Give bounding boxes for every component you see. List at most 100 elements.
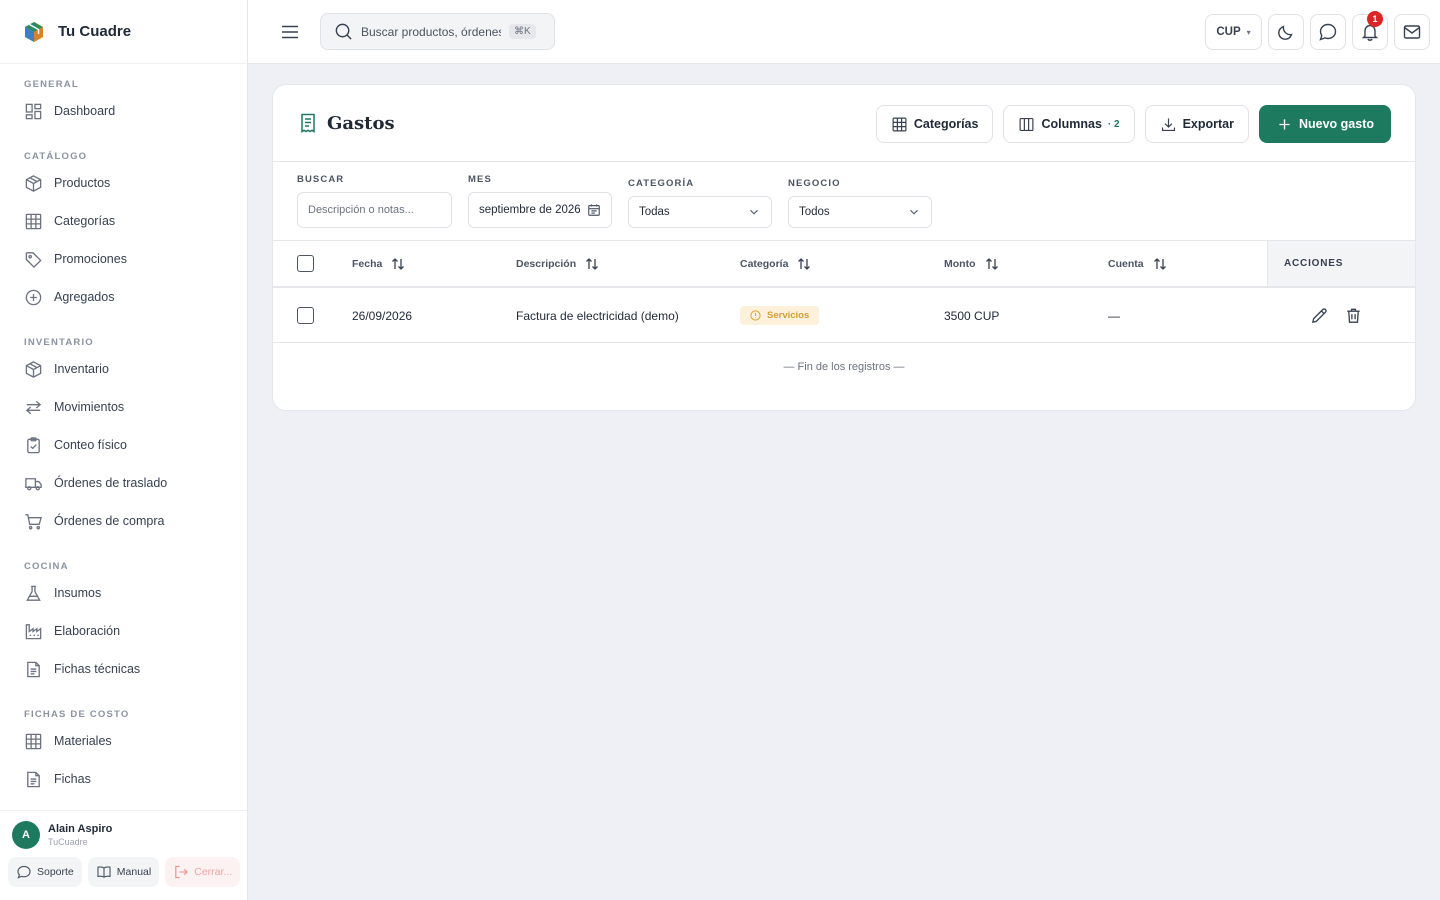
- filter-business: NEGOCIO Todos: [788, 178, 932, 228]
- column-header-label: Monto: [944, 257, 976, 270]
- box-icon: [25, 174, 42, 192]
- sidebar-item-fichas[interactable]: Fichas: [0, 760, 247, 798]
- sidebar-item-label: Órdenes de compra: [54, 514, 165, 528]
- moon-icon: [1278, 25, 1293, 40]
- tag-icon: [25, 251, 42, 268]
- sort-icon: [1153, 257, 1166, 270]
- category-badge: Servicios: [740, 306, 820, 325]
- expenses-table: Fecha Descripción Categoría Monto Cuenta…: [273, 241, 1415, 373]
- table-row[interactable]: 26/09/2026 Factura de electricidad (demo…: [273, 288, 1415, 343]
- hamburger-menu-icon[interactable]: [278, 20, 302, 44]
- dashboard-icon: [25, 103, 42, 119]
- column-header-label: Categoría: [740, 257, 789, 270]
- export-label: Exportar: [1182, 117, 1234, 131]
- sidebar-item-categorias[interactable]: Categorías: [0, 202, 247, 240]
- new-expense-label: Nuevo gasto: [1298, 117, 1374, 131]
- support-button[interactable]: Soporte: [8, 857, 82, 887]
- sidebar-item-insumos[interactable]: Insumos: [0, 574, 247, 612]
- cell-actions: [1310, 288, 1329, 343]
- cell-account: —: [1108, 308, 1120, 323]
- topbar: Buscar productos, órdenes ⌘K CUP ▾ 1: [248, 0, 1440, 64]
- calendar-icon[interactable]: [587, 203, 601, 217]
- filter-search-label: BUSCAR: [297, 174, 345, 185]
- new-expense-button[interactable]: Nuevo gasto: [1258, 105, 1391, 143]
- select-all-cell: [297, 241, 314, 286]
- messages-button[interactable]: [1394, 14, 1430, 50]
- row-checkbox[interactable]: [297, 307, 314, 324]
- sidebar-item-agregados[interactable]: Agregados: [0, 278, 247, 316]
- edit-pencil-icon[interactable]: [1310, 306, 1329, 325]
- sidebar-item-label: Insumos: [54, 586, 102, 600]
- export-button[interactable]: Exportar: [1144, 105, 1249, 143]
- factory-icon: [25, 623, 42, 639]
- sidebar-item-label: Dashboard: [54, 104, 116, 118]
- user-panel: A Alain Aspiro TuCuadre Soporte Manual C…: [0, 810, 247, 900]
- manual-label: Manual: [116, 866, 152, 878]
- sidebar-item-conteo-fisico[interactable]: Conteo físico: [0, 426, 247, 464]
- columns-button[interactable]: Columnas · 2: [1003, 105, 1135, 143]
- sidebar-item-label: Movimientos: [54, 400, 125, 414]
- manual-button[interactable]: Manual: [87, 857, 160, 887]
- sidebar-item-fichas-tecnicas[interactable]: Fichas técnicas: [0, 650, 247, 688]
- sort-icon: [798, 257, 811, 270]
- grid-icon: [892, 117, 907, 131]
- currency-value: CUP: [1216, 26, 1241, 38]
- filter-business-label: NEGOCIO: [788, 178, 841, 189]
- sidebar-item-ordenes-traslado[interactable]: Órdenes de traslado: [0, 464, 247, 502]
- cell-amount: 3500 CUP: [944, 308, 1000, 323]
- sidebar-item-materiales[interactable]: Materiales: [0, 722, 247, 760]
- arrows-icon: [25, 400, 42, 414]
- filter-business-select[interactable]: Todos: [788, 196, 932, 228]
- chevron-down-icon: [910, 209, 918, 215]
- cell-description: Factura de electricidad (demo): [516, 308, 679, 323]
- sidebar-item-inventario[interactable]: Inventario: [0, 350, 247, 388]
- section-fichas-costo: FICHAS DE COSTO: [24, 709, 130, 720]
- filter-search-input[interactable]: Descripción o notas...: [297, 192, 452, 228]
- brand[interactable]: Tu Cuadre: [0, 0, 247, 64]
- app-name: Tu Cuadre: [58, 23, 132, 40]
- currency-selector[interactable]: CUP ▾: [1205, 14, 1262, 50]
- receipt-icon: [301, 113, 315, 133]
- sidebar-item-productos[interactable]: Productos: [0, 164, 247, 202]
- book-icon: [97, 866, 111, 878]
- sidebar-item-label: Productos: [54, 176, 111, 190]
- theme-toggle-button[interactable]: [1268, 14, 1304, 50]
- sidebar-item-ordenes-compra[interactable]: Órdenes de compra: [0, 502, 247, 540]
- filter-month: MES septiembre de 2026: [468, 174, 612, 228]
- sort-icon: [985, 257, 998, 270]
- sidebar-item-elaboracion[interactable]: Elaboración: [0, 612, 247, 650]
- category-badge-label: Servicios: [767, 310, 810, 321]
- sidebar-item-dashboard[interactable]: Dashboard: [0, 92, 247, 130]
- filter-month-input[interactable]: septiembre de 2026: [468, 192, 612, 228]
- card-header: Gastos Categorías Columnas · 2 Exportar …: [273, 85, 1415, 162]
- notifications-button[interactable]: 1: [1352, 11, 1388, 50]
- column-header-fecha[interactable]: Fecha: [352, 241, 406, 286]
- sidebar-item-movimientos[interactable]: Movimientos: [0, 388, 247, 426]
- plus-circle-icon: [25, 289, 42, 305]
- user-name: Alain Aspiro: [48, 823, 113, 835]
- filter-category-select[interactable]: Todas: [628, 196, 772, 228]
- user-profile[interactable]: A Alain Aspiro TuCuadre: [0, 811, 247, 849]
- sidebar-item-label: Conteo físico: [54, 438, 127, 452]
- filter-business-value: Todos: [799, 206, 830, 218]
- trash-icon[interactable]: [1344, 306, 1363, 325]
- sidebar-item-promociones[interactable]: Promociones: [0, 240, 247, 278]
- logout-button[interactable]: Cerrar...: [165, 857, 241, 887]
- categories-button[interactable]: Categorías: [875, 105, 994, 143]
- cell-date: 26/09/2026: [352, 308, 413, 323]
- search-input[interactable]: Buscar productos, órdenes: [361, 25, 501, 39]
- column-header-acciones: ACCIONES: [1267, 241, 1415, 286]
- select-all-checkbox[interactable]: [297, 255, 314, 272]
- column-header-descripcion[interactable]: Descripción: [516, 241, 600, 286]
- column-header-categoria[interactable]: Categoría: [740, 241, 812, 286]
- column-header-monto[interactable]: Monto: [944, 241, 1000, 286]
- row-select-cell: [297, 288, 314, 343]
- truck-icon: [25, 477, 42, 490]
- global-search[interactable]: Buscar productos, órdenes ⌘K: [320, 13, 555, 50]
- column-header-cuenta[interactable]: Cuenta: [1108, 241, 1168, 286]
- chat-button[interactable]: [1310, 14, 1346, 50]
- support-label: Soporte: [37, 866, 74, 878]
- chevron-down-icon: ▾: [1246, 27, 1251, 37]
- logo-icon: [25, 21, 43, 42]
- flask-icon: [26, 585, 41, 601]
